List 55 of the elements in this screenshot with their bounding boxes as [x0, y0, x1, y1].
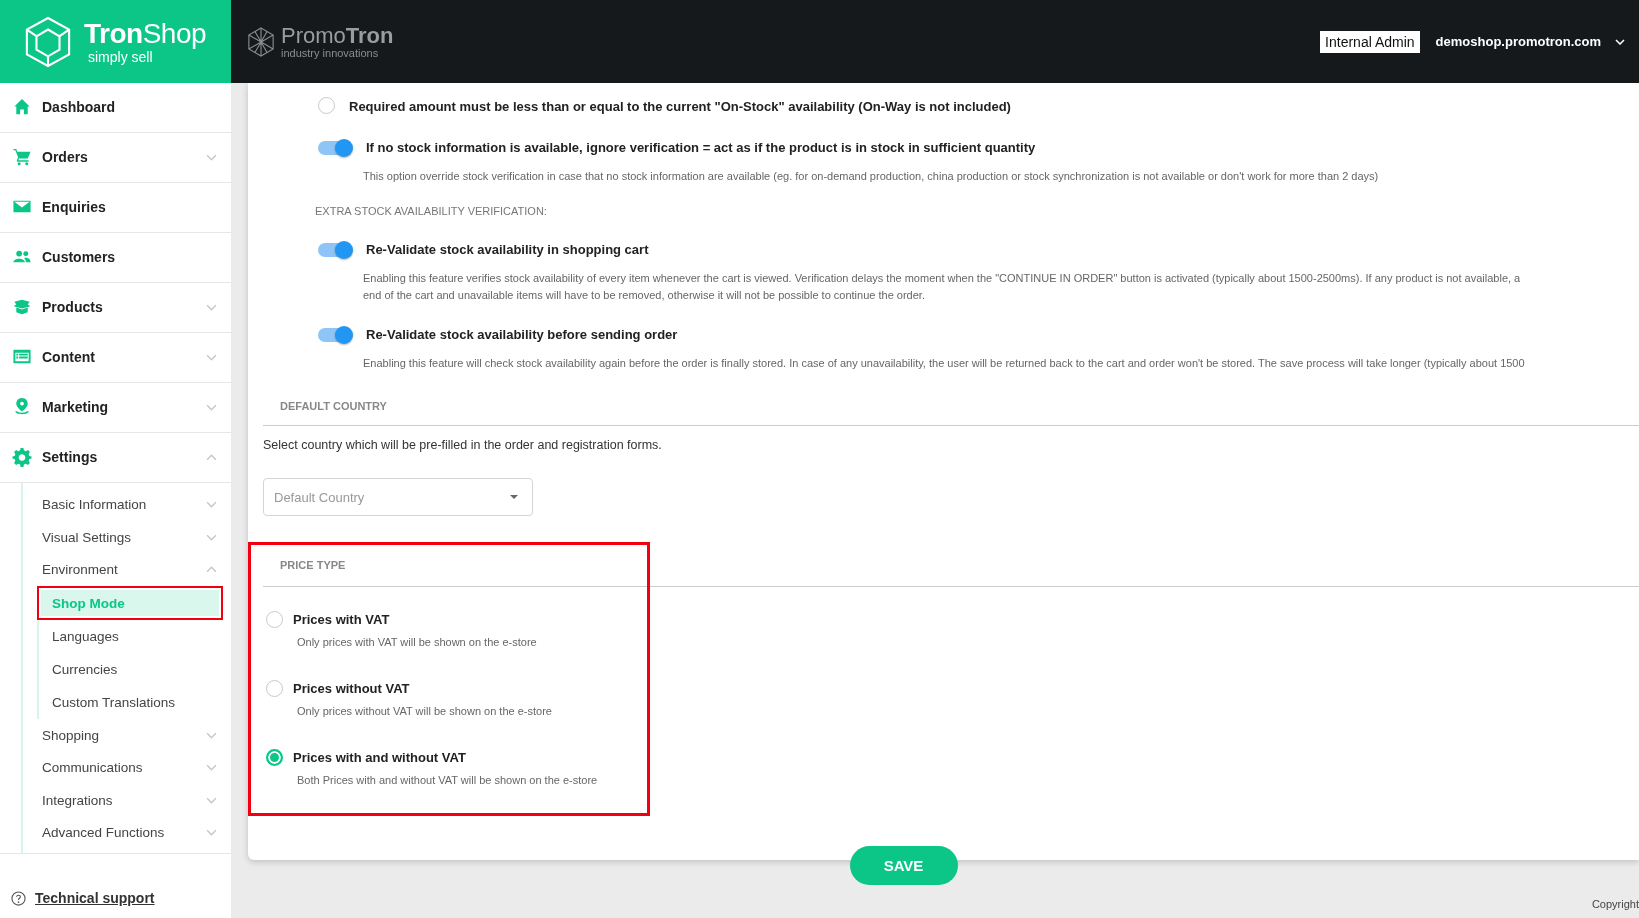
section-description: Select country which will be pre-filled in the order and registration forms. [263, 438, 663, 452]
option-description: Enabling this feature will check stock availability again before the order is finally stored. In case of any unavailability, the user will be returned back to the cart and order won't be stored. The save process will take longer (typically about 1500 [363, 356, 1526, 371]
nav-item[interactable]: Content [0, 332, 231, 383]
technical-support-link[interactable]: Technical support [35, 890, 155, 906]
submenu-item[interactable]: Languages [39, 622, 221, 651]
radio-button[interactable] [266, 749, 283, 766]
section-heading: PRICE TYPE [280, 559, 346, 571]
cube-logo-icon [24, 15, 72, 68]
submenu-item[interactable]: Integrations [23, 784, 231, 817]
caret-icon [510, 495, 518, 499]
option-label: Re-Validate stock availability in shopping cart [365, 241, 650, 259]
brand-name: TronShop [84, 18, 207, 49]
section-heading: DEFAULT COUNTRY [280, 400, 387, 412]
option-description: Only prices without VAT will be shown on the e-store [297, 705, 553, 717]
brand-tagline: simply sell [88, 48, 153, 65]
option-label: Prices without VAT [293, 681, 410, 696]
submenu-item[interactable]: Shopping [23, 719, 231, 752]
option-label: If no stock information is available, ignore verification = act as if the product is in stock in sufficient quantity [365, 139, 1037, 157]
option-label: Prices with VAT [293, 612, 390, 627]
hexagon-logo-icon [247, 26, 275, 57]
partner-name: PromoTron [281, 24, 394, 47]
option-description: end of the cart and unavailable items will have to be removed, otherwise it will not be possible to continue the order. [363, 288, 926, 303]
nav-icon [12, 147, 32, 168]
nav-item[interactable]: Settings [0, 432, 231, 483]
nav-item[interactable]: Enquiries [0, 182, 231, 233]
submenu-item[interactable]: Custom Translations [39, 688, 221, 717]
partner-tagline: industry innovations [281, 46, 380, 59]
option-label: Required amount must be less than or equal to the current "On-Stock" availability (On-Way is not included) [348, 98, 1012, 116]
user-role-badge: Internal Admin [1320, 30, 1420, 53]
submenu-item[interactable]: Environment [23, 553, 231, 586]
help-icon [11, 890, 26, 906]
option-label: Prices with and without VAT [293, 750, 466, 765]
submenu-item[interactable]: Visual Settings [23, 521, 231, 554]
nav-item[interactable]: Customers [0, 232, 231, 283]
nav-item[interactable]: Orders [0, 132, 231, 183]
nav-icon [12, 447, 32, 468]
chevron-down-icon[interactable] [1615, 38, 1625, 45]
toggle-switch[interactable] [318, 141, 352, 155]
section-heading: EXTRA STOCK AVAILABILITY VERIFICATION: [315, 205, 548, 217]
copyright-text: Copyright [1591, 898, 1639, 910]
option-description: Enabling this feature verifies stock availability of every item whenever the cart is viewed. Verification delays the moment when the "CONTINUE IN ORDER" button is activated (typically about 1500-2500ms). If any product is not available, a [363, 271, 1522, 286]
toggle-switch[interactable] [318, 328, 352, 342]
option-description: Both Prices with and without VAT will be shown on the e-store [297, 774, 599, 786]
nav-item[interactable]: Dashboard [0, 83, 231, 133]
option-description: Only prices with VAT will be shown on the e-store [297, 636, 538, 648]
toggle-switch[interactable] [318, 243, 352, 257]
submenu-item[interactable]: Communications [23, 751, 231, 784]
submenu-item[interactable]: Advanced Functions [23, 816, 231, 849]
submenu-item[interactable]: Currencies [39, 655, 221, 684]
nav-item[interactable]: Products [0, 282, 231, 333]
option-description: This option override stock verification in case that no stock information are available (eg. for on-demand production, china production or stock synchronization is not available or don't work for more than 2 days) [363, 169, 1380, 184]
submenu-item[interactable]: Basic Information [23, 488, 231, 521]
nav-item[interactable]: Marketing [0, 382, 231, 433]
option-label: Re-Validate stock availability before sending order [365, 326, 679, 344]
domain-menu[interactable]: demoshop.promotron.com [1435, 34, 1601, 49]
